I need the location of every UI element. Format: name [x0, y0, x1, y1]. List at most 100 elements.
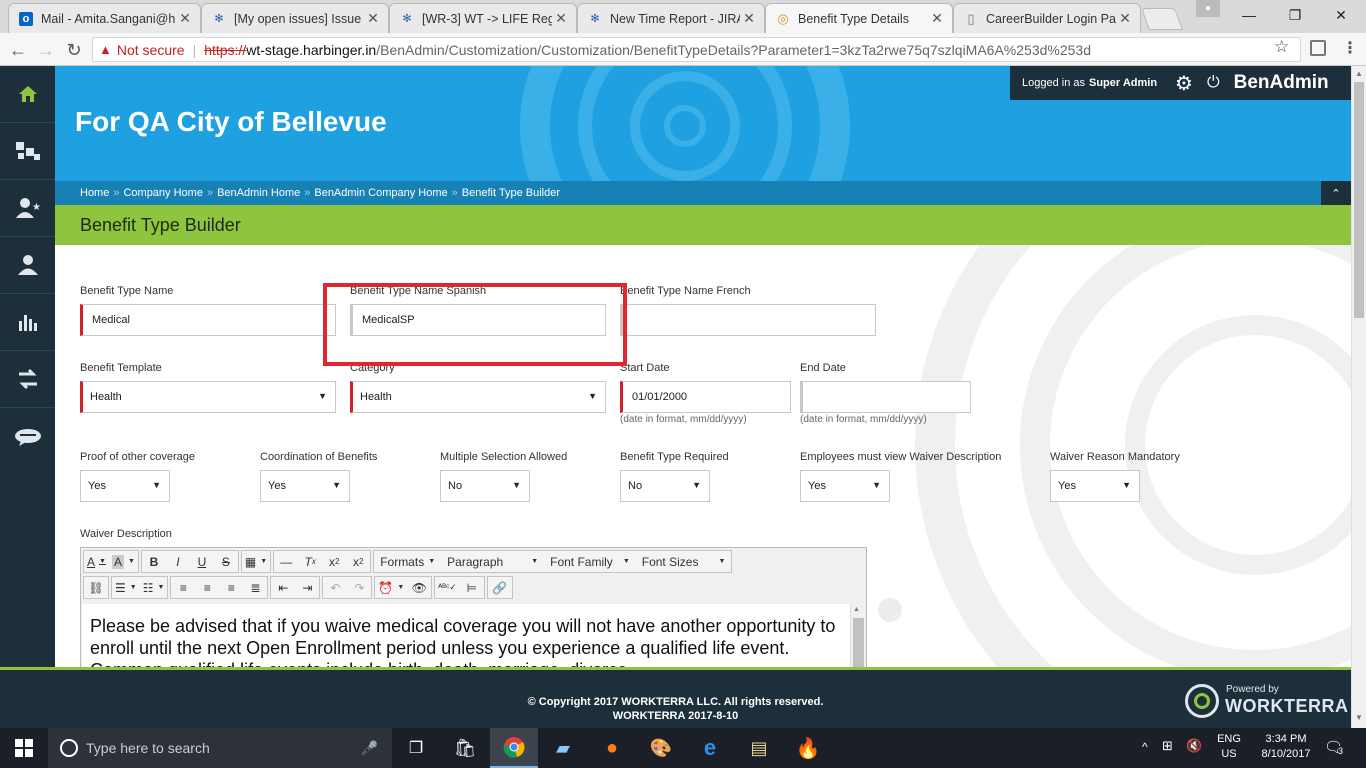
- profile-icon[interactable]: ●: [1196, 0, 1220, 17]
- page-break-icon[interactable]: ⊨: [460, 577, 484, 598]
- network-icon[interactable]: ⊞: [1162, 738, 1173, 754]
- close-icon[interactable]: ✕: [176, 10, 194, 27]
- scroll-up-icon[interactable]: ▲: [1355, 69, 1363, 78]
- paragraph-dropdown[interactable]: Paragraph ▼: [441, 551, 544, 572]
- internet-explorer-icon[interactable]: e: [686, 728, 734, 768]
- outdent-icon[interactable]: ⇤: [271, 577, 295, 598]
- benefit-type-required-select[interactable]: No ▼: [620, 470, 710, 502]
- close-window-button[interactable]: ✕: [1318, 0, 1364, 30]
- page-scrollbar[interactable]: ▲ ▼: [1351, 66, 1366, 728]
- editor-scroll-thumb[interactable]: [853, 618, 864, 667]
- gear-icon[interactable]: ⚙: [1175, 71, 1193, 96]
- new-tab-button[interactable]: [1140, 8, 1184, 30]
- minimize-button[interactable]: —: [1226, 0, 1272, 30]
- close-icon[interactable]: ✕: [928, 10, 946, 27]
- power-icon[interactable]: ⏻: [1207, 74, 1220, 92]
- tab-time-report[interactable]: ✻ New Time Report - JIRA ✕: [577, 3, 765, 33]
- maximize-button[interactable]: ❐: [1272, 0, 1318, 30]
- tab-open-issues[interactable]: ✻ [My open issues] Issue n ✕: [201, 3, 389, 33]
- scroll-up-icon[interactable]: ▲: [853, 606, 860, 613]
- benefit-type-name-french-input[interactable]: [620, 304, 876, 336]
- font-color-icon[interactable]: A ▼: [84, 551, 109, 572]
- bookmark-star-icon[interactable]: ☆: [1274, 37, 1289, 57]
- volume-icon[interactable]: 🔇: [1186, 738, 1202, 754]
- breadcrumb-company-home[interactable]: Company Home: [123, 187, 202, 199]
- chrome-icon[interactable]: [490, 728, 538, 768]
- end-date-input[interactable]: [800, 381, 971, 413]
- close-icon[interactable]: ✕: [552, 10, 570, 27]
- home-icon[interactable]: [0, 66, 55, 123]
- url-bar[interactable]: ▲ Not secure | https:// wt-stage.harbing…: [92, 37, 1301, 62]
- puzzle-icon[interactable]: [0, 123, 55, 180]
- category-select[interactable]: Health ▼: [350, 381, 606, 413]
- close-icon[interactable]: ✕: [364, 10, 382, 27]
- close-icon[interactable]: ✕: [740, 10, 758, 27]
- windows-start-icon[interactable]: [0, 728, 48, 768]
- close-icon[interactable]: ✕: [1116, 10, 1134, 27]
- font-family-dropdown[interactable]: Font Family ▼: [544, 551, 636, 572]
- reload-button[interactable]: ↻: [63, 39, 85, 61]
- clock[interactable]: 3:34 PM 8/10/2017: [1254, 733, 1318, 760]
- microphone-icon[interactable]: 🎤: [361, 740, 378, 757]
- coordination-of-benefits-select[interactable]: Yes ▼: [260, 470, 350, 502]
- indent-icon[interactable]: ⇥: [295, 577, 319, 598]
- multiple-selection-select[interactable]: No ▼: [440, 470, 530, 502]
- flame-icon[interactable]: 🔥: [784, 728, 832, 768]
- background-color-icon[interactable]: A ▼: [109, 551, 138, 572]
- menu-icon[interactable]: ⋮: [1342, 38, 1358, 58]
- taskbar-search-box[interactable]: Type here to search 🎤: [48, 728, 392, 768]
- tab-benefit-type-details[interactable]: ◎ Benefit Type Details ✕: [765, 3, 953, 33]
- bullet-list-icon[interactable]: ☰ ▼: [112, 577, 140, 598]
- breadcrumb-home[interactable]: Home: [80, 187, 109, 199]
- superscript-icon[interactable]: x2: [346, 551, 370, 572]
- undo-icon[interactable]: ↶: [323, 577, 347, 598]
- task-view-icon[interactable]: ❐: [392, 728, 440, 768]
- view-waiver-description-select[interactable]: Yes ▼: [800, 470, 890, 502]
- bold-icon[interactable]: B: [142, 551, 166, 572]
- editor-scrollbar[interactable]: ▲: [850, 604, 866, 667]
- archive-icon[interactable]: ▤: [735, 728, 783, 768]
- breadcrumb-benadmin-company-home[interactable]: BenAdmin Company Home: [314, 187, 447, 199]
- back-button[interactable]: ←: [7, 39, 29, 61]
- bar-chart-icon[interactable]: [0, 294, 55, 351]
- editor-text-area[interactable]: Please be advised that if you waive medi…: [82, 604, 850, 667]
- font-sizes-dropdown[interactable]: Font Sizes ▼: [636, 551, 732, 572]
- waiver-reason-mandatory-select[interactable]: Yes ▼: [1050, 470, 1140, 502]
- breadcrumb-benadmin-home[interactable]: BenAdmin Home: [217, 187, 300, 199]
- security-label[interactable]: Not secure: [117, 42, 185, 58]
- language-indicator[interactable]: ENG US: [1214, 733, 1244, 760]
- align-center-icon[interactable]: ≡: [195, 577, 219, 598]
- user-star-icon[interactable]: ★: [0, 180, 55, 237]
- tab-wr3[interactable]: ✻ [WR-3] WT -> LIFE Regr ✕: [389, 3, 577, 33]
- user-icon[interactable]: [0, 237, 55, 294]
- underline-icon[interactable]: U: [190, 551, 214, 572]
- store-icon[interactable]: 🛍: [441, 728, 489, 768]
- benefit-template-select[interactable]: Health ▼: [80, 381, 336, 413]
- paint-icon[interactable]: 🎨: [637, 728, 685, 768]
- chat-icon[interactable]: [0, 408, 55, 465]
- align-justify-icon[interactable]: ≣: [243, 577, 267, 598]
- formats-dropdown[interactable]: Formats ▼: [374, 551, 441, 572]
- app-icon[interactable]: ▰: [539, 728, 587, 768]
- extension-icon[interactable]: [1310, 40, 1326, 56]
- binoculars-icon[interactable]: ⛓: [84, 577, 108, 598]
- horizontal-rule-icon[interactable]: —: [274, 551, 298, 572]
- numbered-list-icon[interactable]: ☷ ▼: [140, 577, 168, 598]
- subscript-icon[interactable]: x2: [322, 551, 346, 572]
- start-date-input[interactable]: 01/01/2000: [620, 381, 791, 413]
- scroll-down-icon[interactable]: ▼: [1355, 713, 1363, 722]
- clock-icon[interactable]: ⏰ ▼: [375, 577, 407, 598]
- align-left-icon[interactable]: ≡: [171, 577, 195, 598]
- link-icon[interactable]: 🔗: [488, 577, 512, 598]
- transfer-icon[interactable]: [0, 351, 55, 408]
- benefit-type-name-input[interactable]: Medical: [80, 304, 336, 336]
- redo-icon[interactable]: ↷: [347, 577, 371, 598]
- spellcheck-icon[interactable]: ᴬᴮᶜ✓: [435, 577, 460, 598]
- preview-eye-icon[interactable]: 👁: [407, 577, 431, 598]
- clear-format-icon[interactable]: Tx: [298, 551, 322, 572]
- page-scroll-thumb[interactable]: [1354, 82, 1364, 318]
- strikethrough-icon[interactable]: S: [214, 551, 238, 572]
- collapse-icon[interactable]: ⌃: [1321, 181, 1351, 205]
- forward-button[interactable]: →: [35, 39, 57, 61]
- proof-of-coverage-select[interactable]: Yes ▼: [80, 470, 170, 502]
